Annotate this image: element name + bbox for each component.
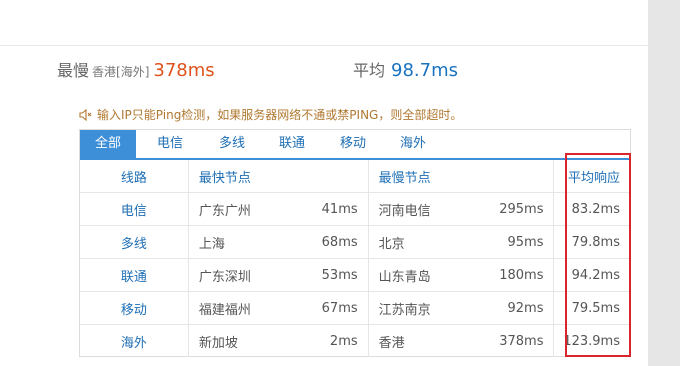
row-slow-node: 北京	[367, 225, 481, 259]
row-line[interactable]: 移动	[80, 291, 189, 325]
row-fast-ms: 2ms	[290, 324, 369, 357]
results-panel: 全部 电信 多线 联通 移动 海外 线路 最快节点 最慢节点 平均响应 电信 广…	[79, 129, 631, 357]
row-fast-node: 广东深圳	[187, 258, 291, 292]
row-slow-node: 河南电信	[367, 192, 481, 226]
row-line[interactable]: 海外	[80, 324, 189, 357]
row-average: 79.8ms	[553, 225, 630, 259]
average-value: 98.7ms	[391, 60, 459, 81]
table-header-row: 线路 最快节点 最慢节点 平均响应	[80, 160, 630, 193]
speaker-icon	[79, 108, 92, 121]
tab-bar: 全部 电信 多线 联通 移动 海外	[80, 130, 630, 160]
header-slowest: 最慢节点	[367, 160, 554, 193]
row-line[interactable]: 多线	[80, 225, 189, 259]
slowest-value: 378ms	[153, 60, 215, 81]
row-line[interactable]: 电信	[80, 192, 189, 226]
table-row: 电信 广东广州 41ms 河南电信 295ms 83.2ms	[80, 192, 630, 226]
header-line: 线路	[120, 170, 147, 186]
ping-summary: 最慢 香港[海外] 378ms 平均 98.7ms	[0, 57, 648, 85]
average-summary: 平均 98.7ms	[353, 57, 458, 81]
tab-mobile[interactable]: 移动	[327, 130, 379, 158]
row-average: 94.2ms	[553, 258, 630, 292]
tab-all[interactable]: 全部	[80, 130, 136, 158]
row-fast-ms: 68ms	[290, 225, 369, 259]
notice-text: 输入IP只能Ping检测，如果服务器网络不通或禁PING，则全部超时。	[97, 108, 463, 122]
table-row: 多线 上海 68ms 北京 95ms 79.8ms	[80, 225, 630, 259]
slowest-region: 香港[海外]	[92, 65, 150, 79]
table-row: 联通 广东深圳 53ms 山东青岛 180ms 94.2ms	[80, 258, 630, 292]
row-slow-ms: 295ms	[480, 192, 554, 226]
row-slow-ms: 378ms	[480, 324, 554, 357]
row-fast-ms: 41ms	[290, 192, 369, 226]
table-row: 海外 新加坡 2ms 香港 378ms 123.9ms	[80, 324, 630, 357]
row-fast-node: 福建福州	[187, 291, 291, 325]
tab-multiline[interactable]: 多线	[206, 130, 258, 158]
tab-overseas[interactable]: 海外	[387, 130, 439, 158]
average-label: 平均	[353, 61, 386, 80]
row-slow-node: 山东青岛	[367, 258, 481, 292]
table-row: 移动 福建福州 67ms 江苏南京 92ms 79.5ms	[80, 291, 630, 325]
tab-telecom[interactable]: 电信	[144, 130, 196, 158]
row-fast-ms: 67ms	[290, 291, 369, 325]
row-average: 79.5ms	[553, 291, 630, 325]
header-fastest: 最快节点	[187, 160, 369, 193]
row-average: 123.9ms	[553, 324, 630, 357]
row-line[interactable]: 联通	[80, 258, 189, 292]
row-slow-ms: 180ms	[480, 258, 554, 292]
row-slow-ms: 92ms	[480, 291, 554, 325]
ping-notice: 输入IP只能Ping检测，如果服务器网络不通或禁PING，则全部超时。	[79, 106, 462, 123]
row-average: 83.2ms	[553, 192, 630, 226]
row-slow-node: 江苏南京	[367, 291, 481, 325]
row-fast-node: 上海	[187, 225, 291, 259]
slowest-summary: 最慢 香港[海外] 378ms	[57, 57, 215, 81]
slowest-label: 最慢	[57, 61, 90, 80]
row-slow-node: 香港	[367, 324, 481, 357]
tab-unicom[interactable]: 联通	[266, 130, 318, 158]
page-right-gutter	[648, 0, 680, 366]
top-divider	[0, 45, 648, 46]
row-fast-node: 广东广州	[187, 192, 291, 226]
header-average: 平均响应	[553, 160, 630, 193]
row-slow-ms: 95ms	[480, 225, 554, 259]
row-fast-node: 新加坡	[187, 324, 291, 357]
row-fast-ms: 53ms	[290, 258, 369, 292]
ping-results-table: 线路 最快节点 最慢节点 平均响应 电信 广东广州 41ms 河南电信 295m…	[80, 160, 630, 357]
